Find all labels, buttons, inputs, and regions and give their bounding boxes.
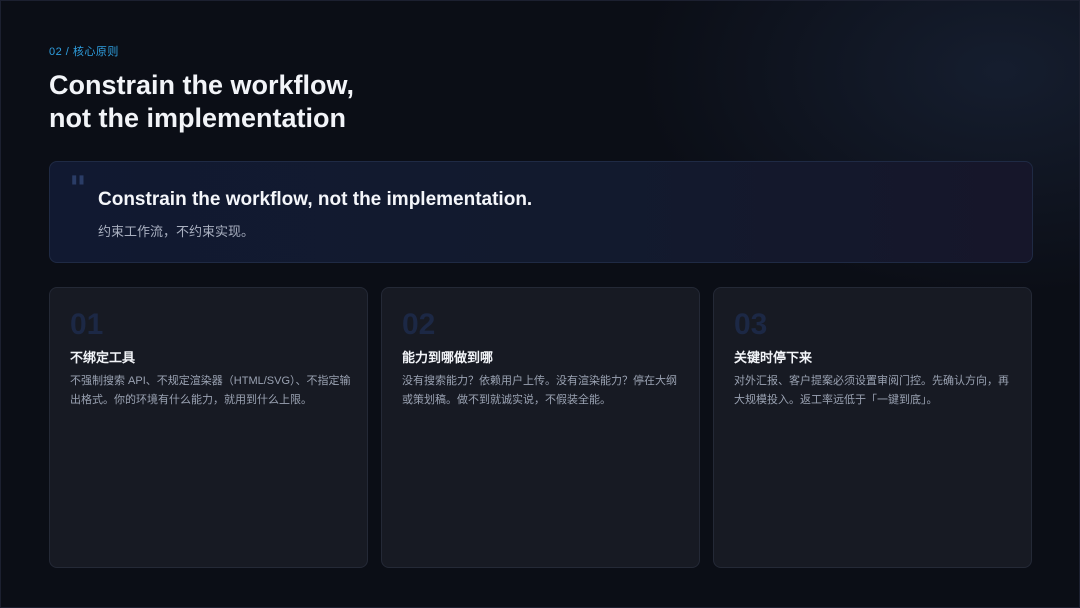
page-title: Constrain the workflow, not the implemen… (49, 69, 354, 135)
principle-description: 不强制搜索 API、不规定渲染器（HTML/SVG）、不指定输出格式。你的环境有… (70, 375, 351, 406)
principle-title: 能力到哪做到哪 (402, 350, 494, 365)
principle-card-3: 03 关键时停下来 对外汇报、客户提案必须设置审阅门控。先确认方向，再大规模投入… (713, 287, 1032, 568)
principle-description: 没有搜索能力？依赖用户上传。没有渲染能力？停在大纲或策划稿。做不到就诚实说，不假… (402, 375, 677, 406)
principle-title: 关键时停下来 (734, 350, 813, 365)
principle-title: 不绑定工具 (70, 350, 136, 365)
principle-description: 对外汇报、客户提案必须设置审阅门控。先确认方向，再大规模投入。返工率远低于「一键… (734, 375, 1009, 406)
page-title-line-2: not the implementation (49, 103, 346, 133)
quote-english: Constrain the workflow, not the implemen… (98, 189, 533, 210)
quote-card: " Constrain the workflow, not the implem… (49, 161, 1033, 263)
quote-chinese: 约束工作流，不约束实现。 (98, 224, 255, 239)
principle-card-2: 02 能力到哪做到哪 没有搜索能力？依赖用户上传。没有渲染能力？停在大纲或策划稿… (381, 287, 700, 568)
principle-number: 01 (70, 308, 104, 341)
slide: 02 / 核心原则 Constrain the workflow, not th… (0, 0, 1080, 608)
principle-card-1: 01 不绑定工具 不强制搜索 API、不规定渲染器（HTML/SVG）、不指定输… (49, 287, 368, 568)
principle-number: 03 (734, 308, 768, 341)
quote-mark-icon: " (69, 169, 87, 209)
principle-number: 02 (402, 308, 436, 341)
section-kicker: 02 / 核心原则 (49, 46, 119, 58)
page-title-line-1: Constrain the workflow, (49, 70, 355, 100)
